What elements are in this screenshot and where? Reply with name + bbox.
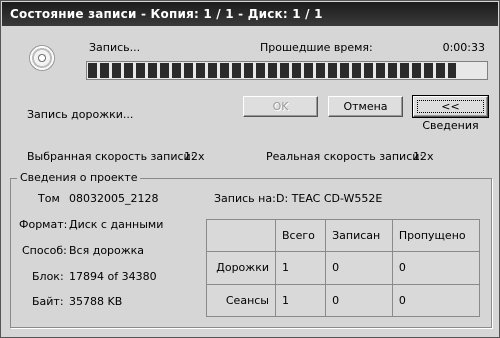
cell-skipped: 0: [391, 283, 481, 318]
bytes-label: Байт:: [32, 295, 64, 308]
cancel-button[interactable]: Отмена: [328, 96, 403, 117]
table-header-row: Всего Записан Пропущено: [206, 218, 481, 253]
cd-disc-icon: [29, 45, 55, 71]
target-label: Запись на:: [214, 192, 276, 205]
column-header: Всего: [274, 218, 327, 253]
table-row: Дорожки 1 0 0: [206, 251, 481, 285]
format-value: Диск с данными: [69, 218, 164, 231]
elapsed-time-value: 0:00:33: [442, 41, 485, 54]
burn-progress-bar: [86, 61, 488, 80]
cell-written: 0: [325, 283, 393, 318]
cell-total: 1: [274, 251, 327, 285]
column-header: Пропущено: [391, 218, 481, 253]
method-label: Способ:: [22, 244, 67, 257]
cell-written: 0: [325, 251, 393, 285]
table-row: Сеансы 1 0 0: [206, 283, 481, 318]
project-info-title: Сведения о проекте: [17, 171, 141, 184]
volume-label: Том: [38, 192, 60, 205]
cell-total: 1: [274, 283, 327, 318]
target-value: D: TEAC CD-W552E: [276, 192, 383, 205]
block-value: 17894 of 34380: [69, 270, 157, 283]
actual-speed-label: Реальная скорость записи:: [266, 150, 424, 163]
row-header: Сеансы: [206, 283, 276, 318]
method-value: Вся дорожка: [69, 244, 145, 257]
ok-button[interactable]: OK: [243, 96, 318, 117]
bytes-value: 35788 KB: [69, 295, 123, 308]
progress-fill: [88, 63, 456, 78]
elapsed-time-label: Прошедшие время:: [260, 41, 373, 54]
write-stats-table: Всего Записан Пропущено Дорожки 1 0 0 Се…: [206, 218, 481, 318]
burn-status-dialog: Состояние записи - Копия: 1 / 1 - Диск: …: [0, 0, 500, 338]
row-header: Дорожки: [206, 251, 276, 285]
block-label: Блок:: [32, 270, 64, 283]
format-label: Формат:: [19, 218, 68, 231]
column-header: [206, 218, 276, 253]
volume-value: 08032005_2128: [69, 192, 159, 205]
window-title: Состояние записи - Копия: 1 / 1 - Диск: …: [2, 2, 498, 26]
details-button[interactable]: << Сведения: [412, 95, 489, 132]
writing-label: Запись...: [89, 41, 141, 54]
selected-speed-value: 12x: [184, 150, 205, 163]
column-header: Записан: [325, 218, 393, 253]
focus-rect: [417, 100, 484, 113]
track-status-text: Запись дорожки...: [27, 108, 134, 121]
cell-skipped: 0: [391, 251, 481, 285]
actual-speed-value: 12x: [413, 150, 434, 163]
selected-speed-label: Выбранная скорость записи:: [27, 150, 195, 163]
